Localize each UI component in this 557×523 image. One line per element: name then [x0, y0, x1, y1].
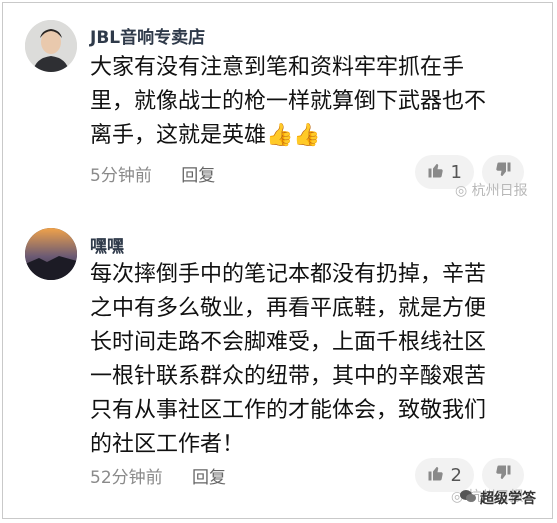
avatar[interactable] — [25, 228, 77, 280]
wechat-icon — [460, 489, 476, 507]
comment-meta: 5分钟前 回复 — [90, 161, 215, 186]
username[interactable]: 嘿嘿 — [90, 232, 124, 257]
timestamp: 52分钟前 — [90, 468, 163, 488]
thumbs-up-icon — [427, 464, 445, 487]
like-count: 2 — [450, 464, 462, 486]
comment-text: 每次摔倒手中的笔记本都没有扔掉，辛苦 之中有多么敬业，再看平底鞋，就是方便 长时… — [90, 262, 487, 457]
thumbs-up-icon — [427, 161, 445, 184]
username[interactable]: JBL音响专卖店 — [90, 23, 205, 48]
reply-button[interactable]: 回复 — [181, 166, 215, 186]
thumbs-down-icon — [494, 464, 512, 487]
watermark: ◎ 杭州日报 — [455, 183, 528, 199]
comment-text: 大家有没有注意到笔和资料牢牢抓在手 里，就像战士的枪一样就算倒下武器也不 离手，… — [90, 55, 487, 148]
weibo-icon: ◎ — [455, 183, 468, 199]
timestamp: 5分钟前 — [90, 166, 152, 186]
comment-panel: JBL音响专卖店 大家有没有注意到笔和资料牢牢抓在手 里，就像战士的枪一样就算倒… — [2, 2, 553, 519]
reply-button[interactable]: 回复 — [192, 468, 226, 488]
avatar[interactable] — [25, 20, 77, 72]
comment-meta: 52分钟前 回复 — [90, 463, 226, 488]
brand-badge: 超级学答 — [460, 488, 536, 508]
